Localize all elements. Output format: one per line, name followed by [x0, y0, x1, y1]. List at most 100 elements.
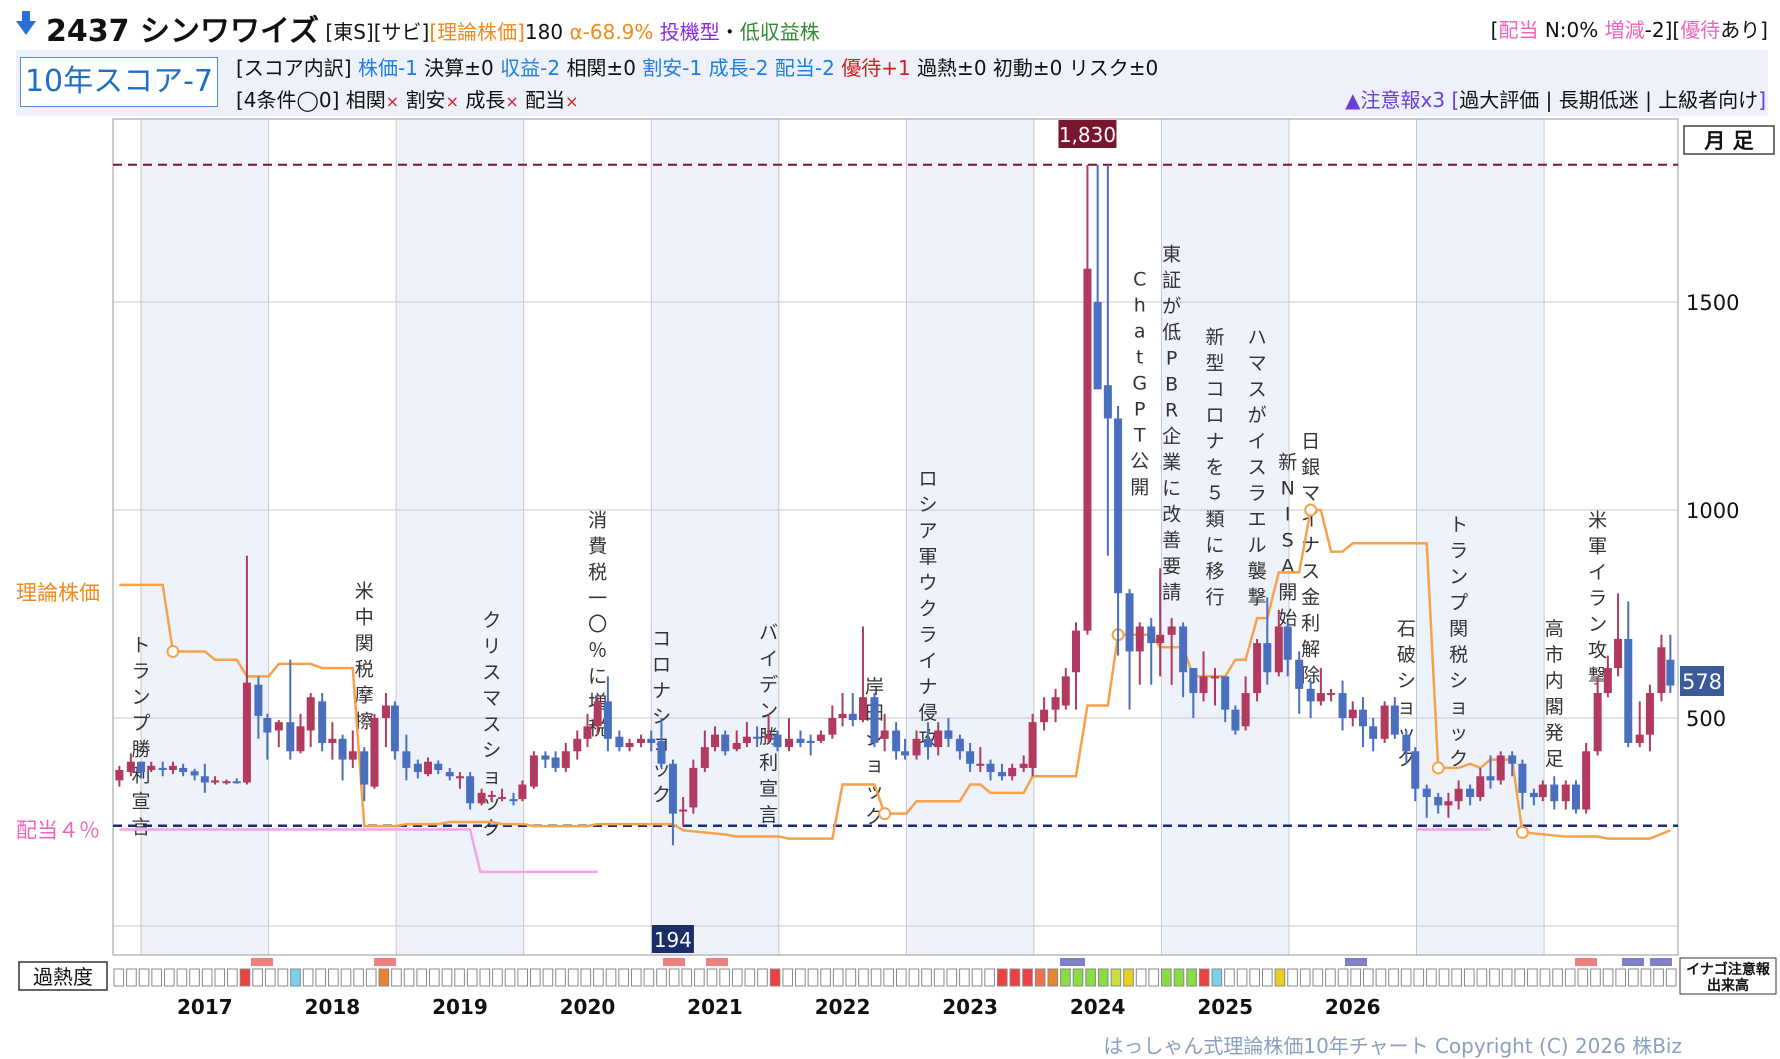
candle-body — [732, 742, 741, 750]
candle-body — [1189, 668, 1198, 694]
candle-body — [561, 751, 570, 768]
event-char: ョ — [1449, 696, 1468, 718]
candle — [1135, 622, 1144, 685]
event-char: イ — [919, 650, 938, 672]
overheat-cell — [807, 968, 819, 987]
event-char: ラ — [919, 624, 938, 646]
overheat-cell — [302, 968, 314, 987]
candle — [1571, 780, 1580, 814]
overheat-cell — [163, 968, 175, 987]
overheat-cell — [1400, 968, 1412, 987]
low-label: 194 — [654, 928, 692, 952]
x-year-label: 2023 — [942, 995, 998, 1019]
event-char: 言 — [759, 804, 778, 826]
candle — [1603, 655, 1612, 698]
candle-body — [838, 713, 847, 718]
candle-body — [274, 722, 283, 731]
event-char: 移 — [1205, 561, 1224, 583]
candle — [1635, 701, 1644, 748]
event-char: 改 — [1162, 503, 1181, 525]
event-char: 解 — [1301, 639, 1320, 661]
overheat-cell — [580, 968, 592, 987]
overheat-cell — [1628, 968, 1639, 987]
volume-marker — [1575, 958, 1597, 966]
overheat-cell — [1350, 968, 1361, 987]
event-char: ラ — [1248, 483, 1267, 505]
candle-body — [880, 730, 889, 739]
x-year-label: 2022 — [815, 995, 871, 1019]
candle — [1295, 651, 1304, 714]
candle-body — [1666, 659, 1675, 686]
candle-body — [498, 797, 507, 800]
overheat-cell — [1009, 968, 1021, 987]
event-char: 〇 — [588, 614, 607, 636]
candle-body — [1327, 693, 1336, 696]
overheat-cell — [593, 968, 604, 987]
overheat-cell — [1110, 968, 1122, 987]
event-char: に — [588, 666, 607, 688]
overheat-cell — [1135, 968, 1147, 987]
candle — [318, 693, 327, 752]
candle — [1338, 680, 1347, 731]
event-annotation: ハマスがイスラエル襲撃 — [1248, 327, 1267, 609]
x-year-label: 2018 — [305, 995, 361, 1019]
candle — [381, 693, 390, 748]
event-char: プ — [132, 712, 151, 734]
overheat-cell — [618, 968, 629, 987]
overheat-cell — [1034, 968, 1046, 987]
event-char: 米 — [355, 580, 374, 602]
candle-body — [381, 705, 390, 718]
candle-body — [190, 771, 199, 776]
overheat-cell — [1060, 968, 1071, 987]
candle-body — [986, 763, 995, 773]
candle-body — [296, 726, 305, 752]
overheat-cell — [883, 968, 894, 987]
candle-body — [434, 763, 443, 770]
overheat-cell — [896, 968, 907, 987]
event-char: 足 — [1545, 748, 1564, 770]
event-char: ロ — [919, 468, 938, 490]
x-year-label: 2020 — [560, 995, 616, 1019]
overheat-cell — [252, 968, 263, 987]
candle-body — [1434, 797, 1443, 806]
event-char: A — [1281, 555, 1294, 577]
overheat-cell — [1186, 968, 1197, 987]
candle — [1657, 634, 1666, 702]
candle-body — [1211, 676, 1220, 679]
volume-marker — [1650, 958, 1672, 966]
overheat-cell — [757, 968, 768, 987]
candle-body — [1156, 634, 1165, 644]
overheat-cell — [529, 968, 541, 987]
candle-body — [1529, 792, 1538, 798]
overheat-cell — [1590, 968, 1601, 987]
candle-body — [200, 776, 209, 783]
x-year-label: 2021 — [687, 995, 743, 1019]
event-char: ス — [482, 661, 501, 683]
overheat-cell — [605, 968, 617, 987]
event-char: 侵 — [919, 702, 938, 724]
event-char: 要 — [1162, 555, 1181, 577]
candle — [806, 734, 815, 756]
candle-body — [1657, 647, 1666, 694]
candle-body — [306, 697, 315, 731]
event-char: プ — [1449, 592, 1468, 614]
event-char: 型 — [1205, 353, 1224, 375]
candle-body — [179, 767, 188, 773]
event-char: コ — [1205, 379, 1224, 401]
candle — [529, 751, 538, 789]
year-band — [651, 119, 779, 955]
candle — [1645, 684, 1654, 752]
candle — [348, 730, 357, 768]
event-char: シ — [1449, 670, 1468, 692]
overheat-cell — [1173, 968, 1185, 987]
candle-body — [263, 718, 272, 733]
candle-body — [711, 734, 720, 748]
overheat-cell — [1489, 968, 1500, 987]
overheat-cell — [1653, 968, 1664, 987]
candle — [637, 734, 646, 748]
candle-body — [1114, 418, 1123, 594]
candle-body — [870, 697, 879, 743]
candle-body — [679, 809, 688, 812]
candle-body — [625, 742, 634, 748]
candle-body — [254, 684, 263, 716]
